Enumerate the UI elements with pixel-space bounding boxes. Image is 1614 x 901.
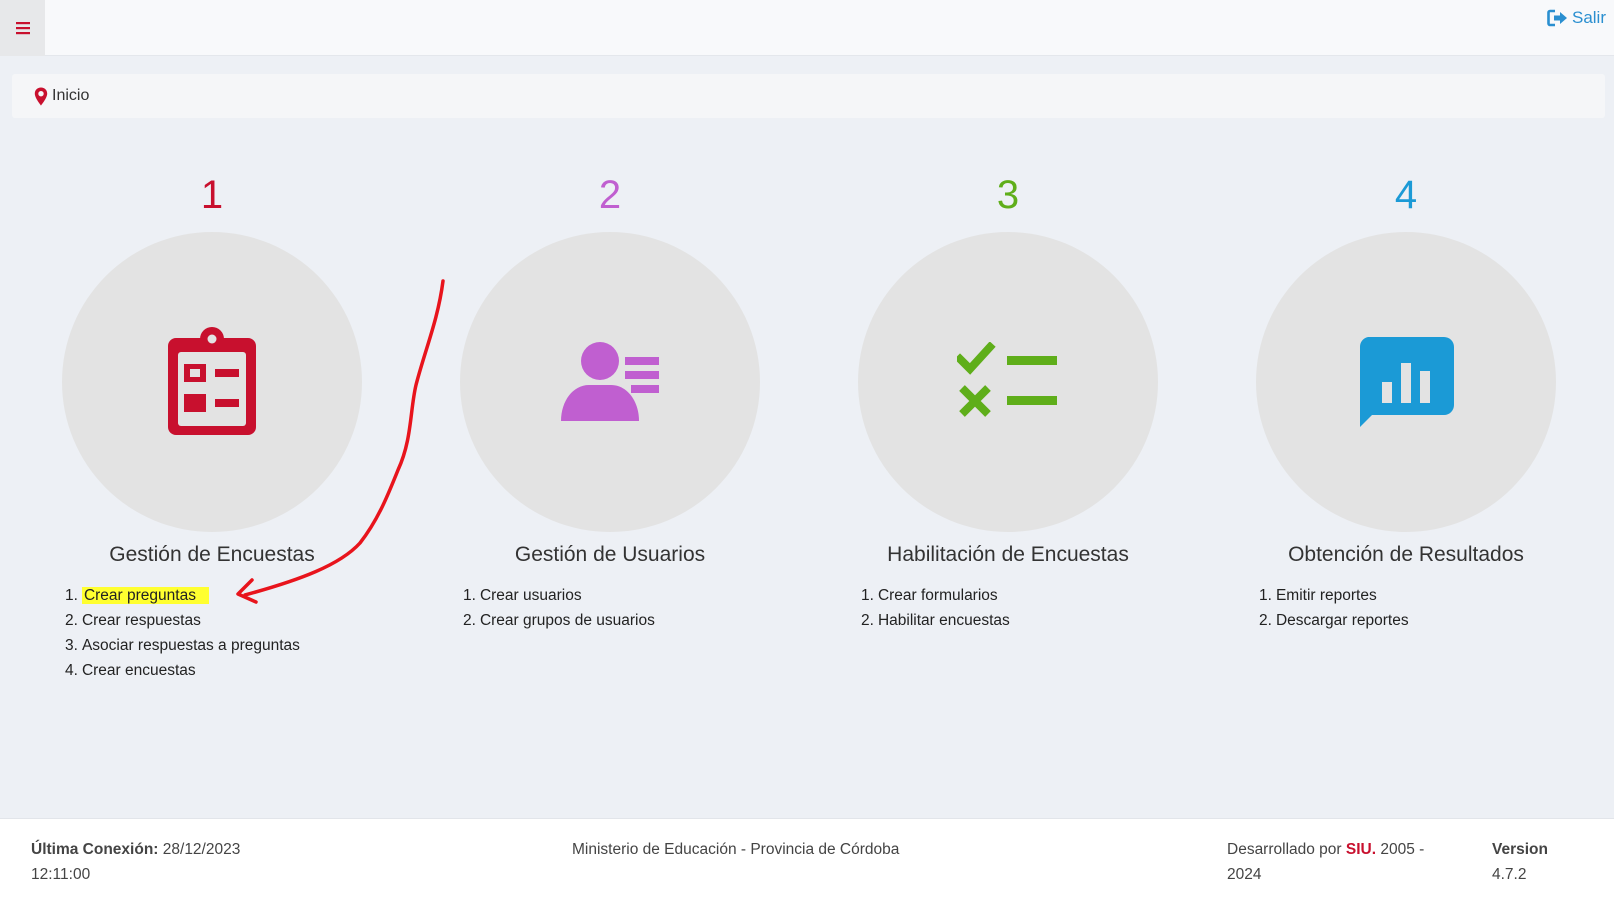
top-bar: Salir [0,0,1614,56]
step-index: 1. [861,587,874,604]
step-number: 1 [200,173,224,217]
step-index: 2. [1259,612,1272,629]
step-link-descargar-reportes[interactable]: Descargar reportes [1276,612,1409,629]
breadcrumb: Inicio [12,74,1605,118]
logout-button[interactable]: Salir [1547,8,1606,28]
version-value: 4.7.2 [1492,866,1527,883]
step-number: 4 [1394,173,1418,217]
user-list-icon [561,342,659,421]
module-steps: 1. Crear usuarios 2. Crear grupos de usuar… [463,583,655,633]
step-link-crear-formularios[interactable]: Crear formularios [878,587,998,604]
breadcrumb-home-link[interactable]: Inicio [52,87,89,105]
list-item: 1. Crear formularios [861,583,1010,608]
step-index: 2. [463,612,476,629]
hamburger-icon [15,22,30,35]
version-label: Version [1492,841,1548,858]
list-item: 2. Habilitar encuestas [861,608,1010,633]
step-link-habilitar-encuestas[interactable]: Habilitar encuestas [878,612,1010,629]
chart-comment-icon [1359,337,1454,427]
module-title[interactable]: Obtención de Resultados [1206,543,1606,567]
step-index: 2. [861,612,874,629]
list-item: 1. Crear usuarios [463,583,655,608]
step-link-crear-encuestas[interactable]: Crear encuestas [82,662,196,679]
module-circle[interactable] [460,232,760,532]
step-number: 2 [598,173,622,217]
step-link-crear-respuestas[interactable]: Crear respuestas [82,612,201,629]
list-item: 2. Crear grupos de usuarios [463,608,655,633]
step-index: 1. [1259,587,1272,604]
version-info: Version 4.7.2 [1492,837,1548,887]
module-steps: 1. Emitir reportes 2. Descargar reportes [1259,583,1409,633]
module-title[interactable]: Gestión de Encuestas [12,543,412,567]
map-marker-icon [34,87,48,106]
module-circle[interactable] [858,232,1158,532]
step-link-crear-preguntas[interactable]: Crear preguntas [81,587,209,604]
step-index: 3. [65,637,78,654]
last-login-label: Última Conexión: [31,841,159,858]
list-item: 1. Emitir reportes [1259,583,1409,608]
check-x-list-icon [957,342,1057,417]
siu-brand: SIU. [1345,841,1377,858]
list-item: 3. Asociar respuestas a preguntas [65,633,300,658]
clipboard-list-icon [168,327,256,435]
dev-years-end: 2024 [1227,866,1262,883]
last-login: Última Conexión: 28/12/2023 12:11:00 [31,837,261,887]
step-index: 4. [65,662,78,679]
module-title[interactable]: Gestión de Usuarios [410,543,810,567]
step-index: 1. [463,587,476,604]
list-item: 2. Descargar reportes [1259,608,1409,633]
list-item: 4. Crear encuestas [65,658,300,683]
footer: Última Conexión: 28/12/2023 12:11:00 Min… [0,818,1614,901]
step-link-crear-usuarios[interactable]: Crear usuarios [480,587,582,604]
list-item: 1. Crear preguntas [65,583,300,608]
step-index: 1. [65,587,78,604]
step-link-emitir-reportes[interactable]: Emitir reportes [1276,587,1377,604]
sign-out-icon [1547,9,1567,27]
module-steps: 1. Crear formularios 2. Habilitar encuesta… [861,583,1010,633]
last-login-time: 12:11:00 [31,866,91,883]
module-title[interactable]: Habilitación de Encuestas [808,543,1208,567]
step-link-crear-grupos[interactable]: Crear grupos de usuarios [480,612,655,629]
menu-toggle-button[interactable] [0,0,45,56]
developer-credit: Desarrollado por SIU. 2005 - 2024 [1227,837,1447,887]
step-index: 2. [65,612,78,629]
last-login-date: 28/12/2023 [162,841,241,858]
ministry-text: Ministerio de Educación - Provincia de C… [572,841,900,858]
logout-label: Salir [1571,8,1606,27]
step-number: 3 [996,173,1020,217]
module-circle[interactable] [62,232,362,532]
step-link-asociar-respuestas[interactable]: Asociar respuestas a preguntas [82,637,300,654]
dev-prefix: Desarrollado por [1227,841,1342,858]
dev-years-start: 2005 - [1380,841,1425,858]
list-item: 2. Crear respuestas [65,608,300,633]
module-steps: 1. Crear preguntas 2. Crear respuestas 3. A… [65,583,300,683]
module-circle[interactable] [1256,232,1556,532]
